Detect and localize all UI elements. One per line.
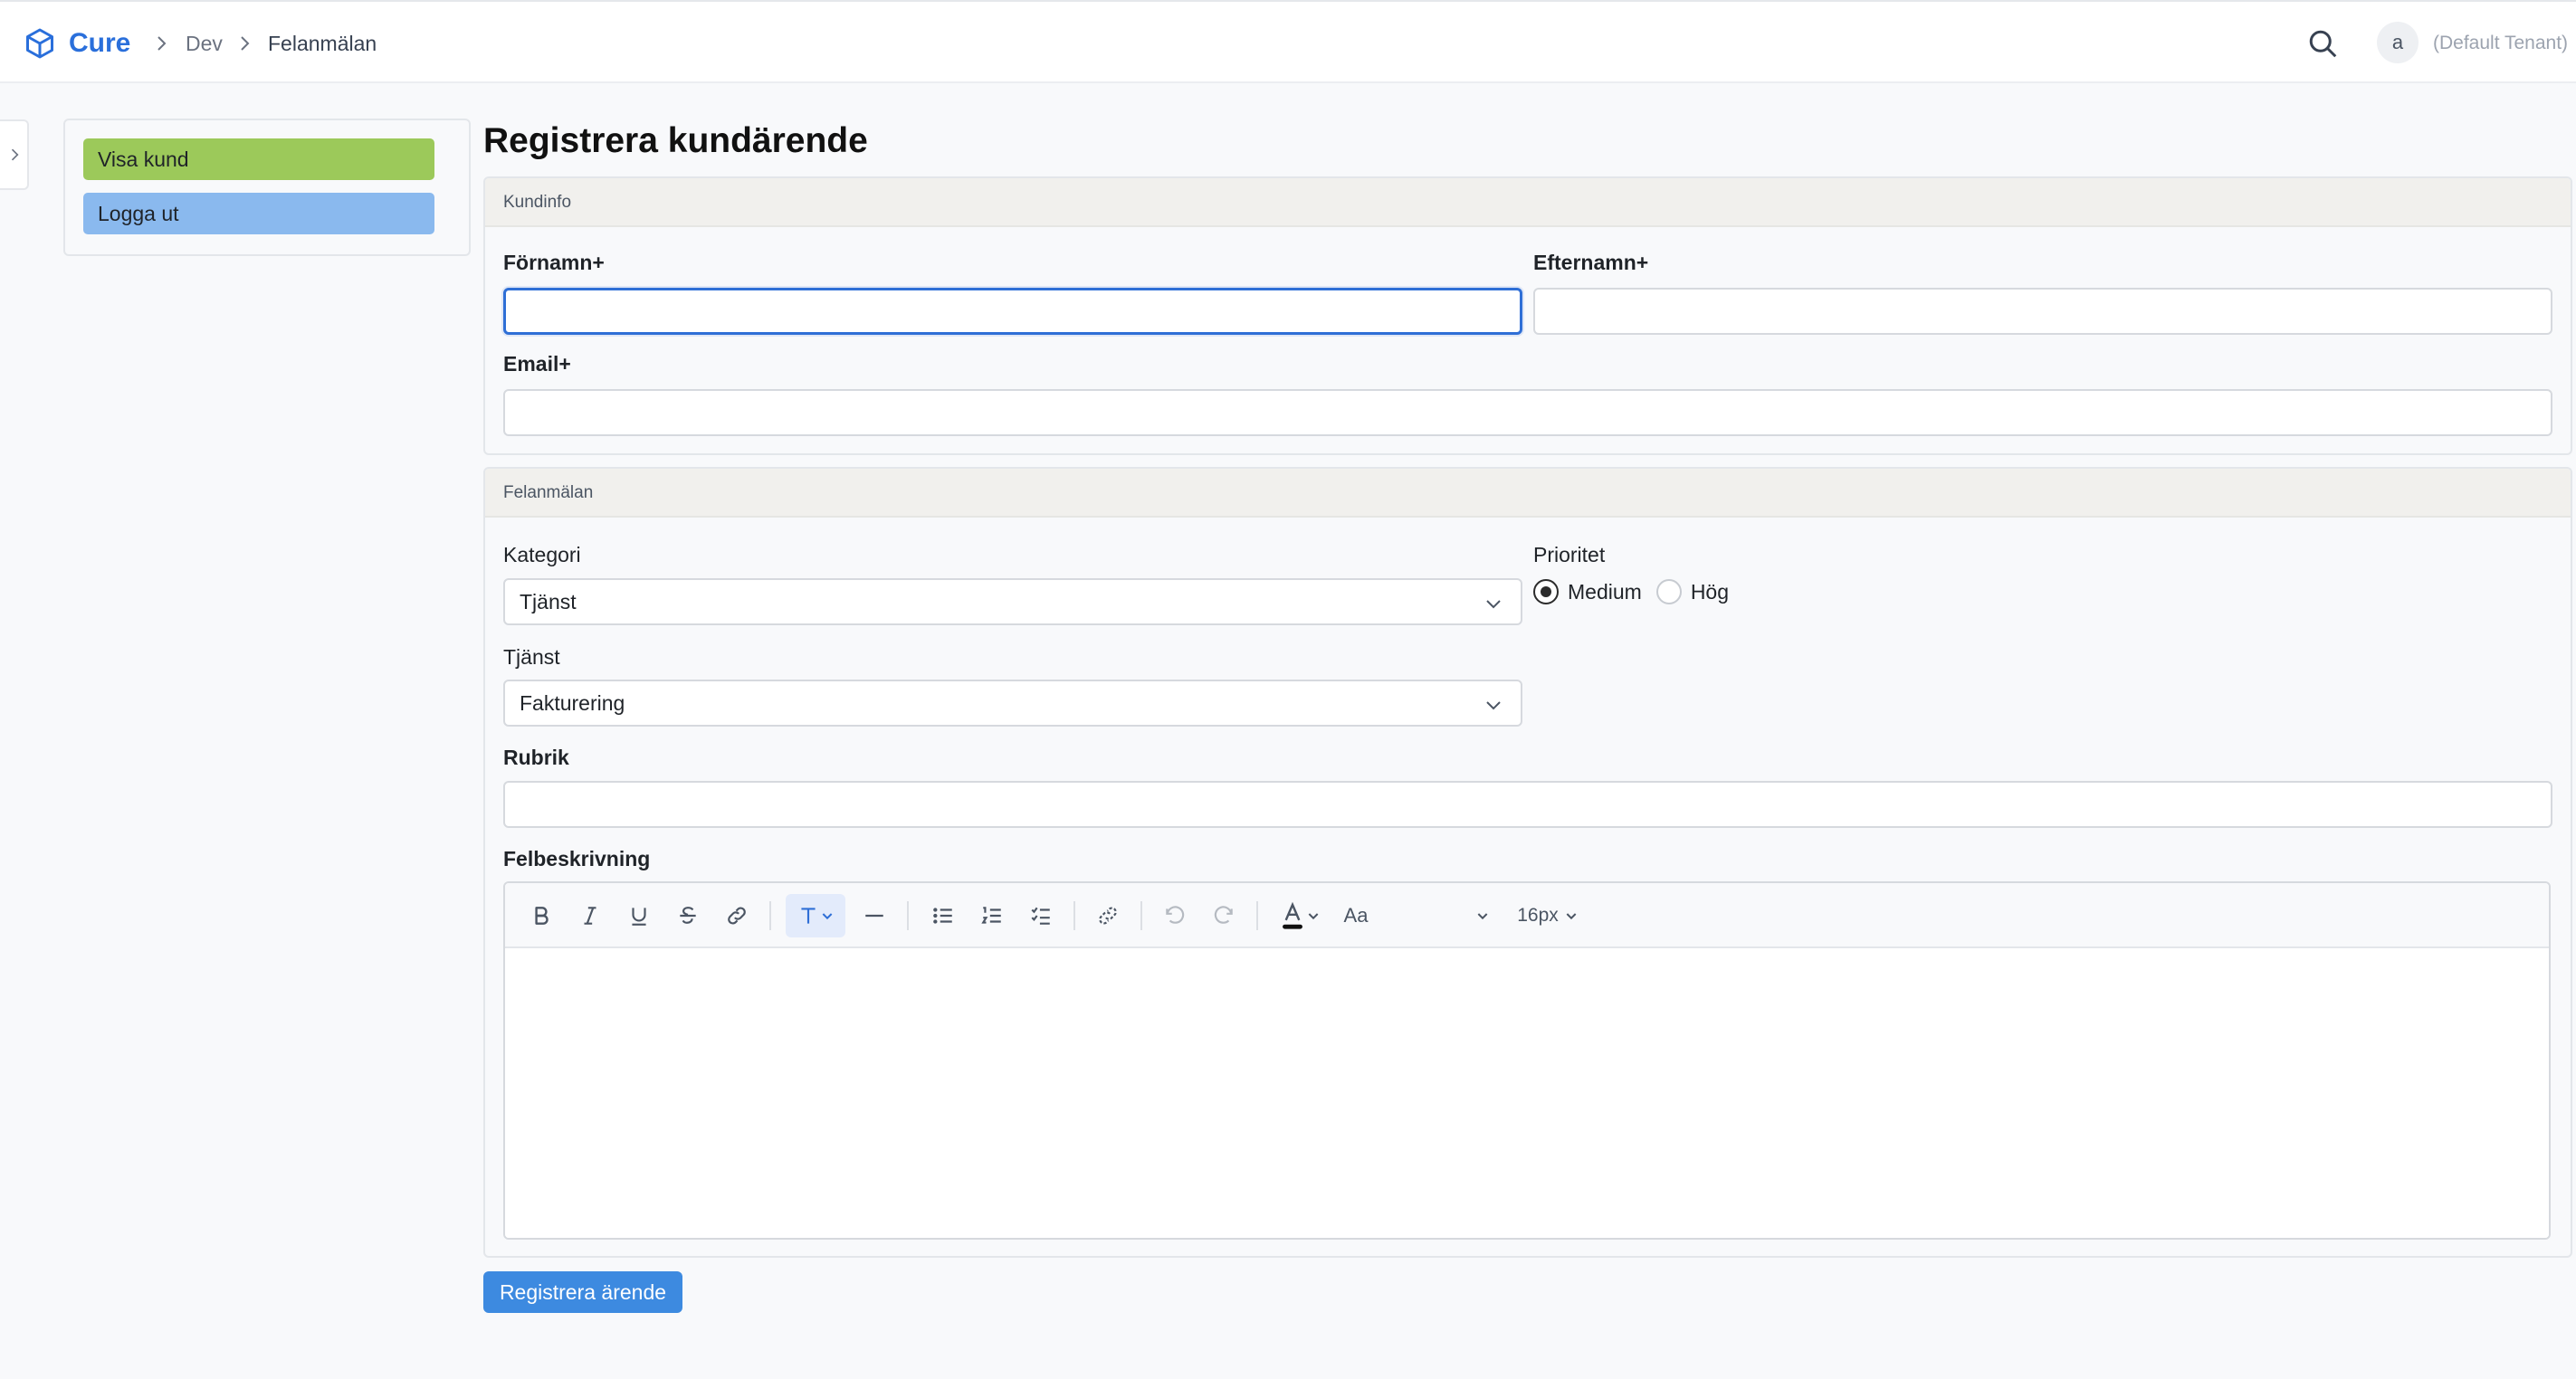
subject-input[interactable]	[503, 781, 2552, 828]
font-family-icon[interactable]: Aa	[1340, 899, 1372, 932]
top-bar: Cure Dev Felanmälan a (Default Tenant)	[0, 0, 2576, 83]
toolbar-divider	[1073, 901, 1075, 930]
customer-info-section: Kundinfo Förnamn+ Efternamn+ Email+	[483, 176, 2572, 455]
show-customer-button[interactable]: Visa kund	[83, 138, 434, 180]
chevron-right-icon	[11, 148, 19, 161]
font-size-value: 16px	[1517, 905, 1559, 926]
category-value: Tjänst	[520, 589, 577, 613]
toolbar-divider	[907, 901, 909, 930]
bullet-list-icon[interactable]	[927, 899, 959, 932]
rich-text-editor: Aa 16px	[503, 881, 2551, 1240]
toolbar-divider	[1256, 901, 1258, 930]
font-family-dropdown[interactable]	[1470, 899, 1495, 932]
page-title: Registrera kundärende	[483, 121, 868, 160]
toolbar-divider	[1140, 901, 1142, 930]
brand-name[interactable]: Cure	[69, 27, 130, 60]
section-heading: Kundinfo	[485, 178, 2571, 227]
service-value: Fakturering	[520, 690, 625, 715]
priority-radio-group: Medium Hög	[1533, 579, 1729, 604]
action-panel: Visa kund Logga ut	[63, 119, 471, 256]
category-select[interactable]: Tjänst	[503, 578, 1522, 625]
bold-icon[interactable]	[525, 899, 558, 932]
italic-icon[interactable]	[574, 899, 606, 932]
chevron-down-icon	[1477, 913, 1488, 920]
firstname-input[interactable]	[503, 288, 1522, 335]
priority-medium-radio[interactable]	[1533, 579, 1559, 604]
breadcrumb-dev[interactable]: Dev	[186, 29, 223, 58]
text-color-icon[interactable]	[1274, 899, 1325, 932]
avatar[interactable]: a	[2377, 22, 2419, 63]
priority-label: Prioritet	[1533, 543, 1606, 566]
error-report-section: Felanmälan Kategori Tjänst Prioritet Med…	[483, 467, 2572, 1258]
description-label: Felbeskrivning	[503, 847, 651, 870]
section-heading: Felanmälan	[485, 469, 2571, 518]
task-list-icon[interactable]	[1025, 899, 1057, 932]
firstname-label: Förnamn+	[503, 251, 605, 274]
email-input[interactable]	[503, 389, 2552, 436]
search-icon[interactable]	[2306, 27, 2339, 60]
undo-icon[interactable]	[1159, 899, 1191, 932]
strikethrough-icon[interactable]	[672, 899, 704, 932]
priority-medium-label[interactable]: Medium	[1568, 580, 1642, 604]
category-label: Kategori	[503, 543, 581, 566]
horizontal-rule-icon[interactable]	[858, 899, 891, 932]
editor-toolbar: Aa 16px	[505, 883, 2549, 948]
chevron-right-icon	[241, 36, 250, 51]
editor-content-area[interactable]	[505, 948, 2549, 1238]
lastname-label: Efternamn+	[1533, 251, 1649, 274]
sidebar-expand-button[interactable]	[0, 119, 29, 190]
tenant-label[interactable]: (Default Tenant)	[2433, 31, 2568, 56]
submit-case-button[interactable]: Registrera ärende	[483, 1271, 682, 1313]
chevron-down-icon	[1486, 600, 1501, 609]
subject-label: Rubrik	[503, 746, 569, 769]
chevron-down-icon	[1486, 701, 1501, 710]
underline-icon[interactable]	[623, 899, 655, 932]
link-icon[interactable]	[720, 899, 753, 932]
text-style-icon[interactable]	[786, 894, 845, 937]
cube-logo-icon[interactable]	[24, 27, 56, 60]
priority-high-label[interactable]: Hög	[1691, 580, 1729, 604]
chevron-down-icon	[1566, 913, 1577, 920]
font-size-dropdown[interactable]: 16px	[1512, 899, 1584, 932]
service-label: Tjänst	[503, 645, 560, 669]
redo-icon[interactable]	[1207, 899, 1240, 932]
email-label: Email+	[503, 352, 571, 376]
unlink-icon[interactable]	[1092, 899, 1124, 932]
service-select[interactable]: Fakturering	[503, 680, 1522, 727]
priority-high-radio[interactable]	[1655, 579, 1682, 604]
breadcrumb-current: Felanmälan	[268, 32, 377, 55]
ordered-list-icon[interactable]	[976, 899, 1008, 932]
toolbar-divider	[769, 901, 771, 930]
chevron-right-icon	[157, 36, 167, 51]
lastname-input[interactable]	[1533, 288, 2552, 335]
logout-button[interactable]: Logga ut	[83, 193, 434, 234]
